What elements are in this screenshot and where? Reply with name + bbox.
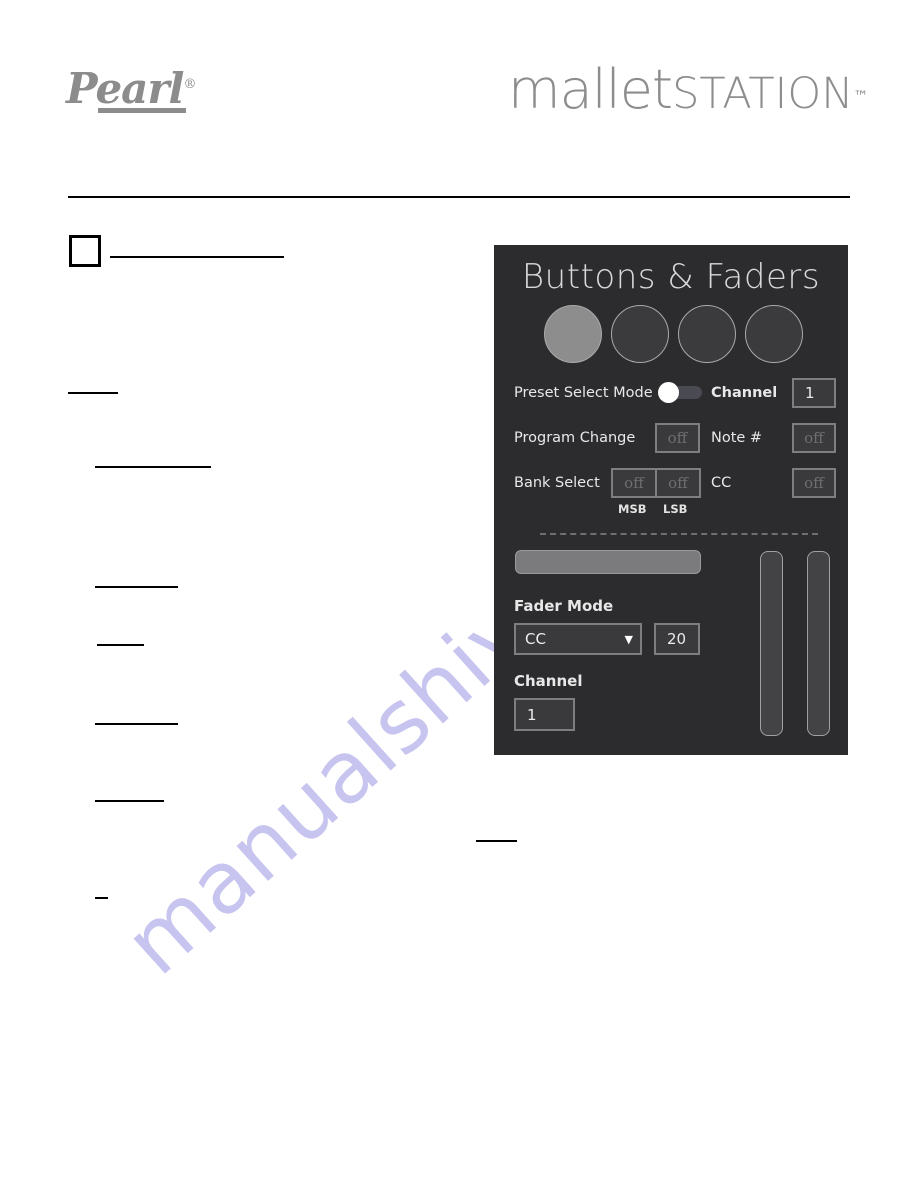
pearl-logo: Pearl® (66, 62, 196, 120)
text-underline-9 (95, 897, 108, 899)
fader-channel-value-field[interactable]: 1 (514, 698, 575, 731)
vertical-fader-1[interactable] (760, 551, 783, 736)
program-change-value-field[interactable]: off (655, 423, 700, 453)
cc-value-field[interactable]: off (792, 468, 836, 498)
text-underline-6 (95, 723, 178, 725)
bank-select-group: off off (611, 468, 701, 498)
channel-value-field[interactable]: 1 (792, 378, 836, 408)
cc-label: CC (711, 475, 732, 491)
fader-channel-label: Channel (514, 672, 583, 690)
malletstation-mallet-text: mallet (508, 58, 673, 121)
trademark-icon: ™ (853, 87, 869, 106)
text-underline-8 (476, 840, 517, 842)
pearl-logo-underline (98, 108, 186, 113)
document-page: Pearl® malletSTATION™ manualshive.com Bu… (0, 0, 918, 1188)
section-divider (540, 533, 818, 535)
bank-lsb-value-field[interactable]: off (655, 470, 699, 496)
fader-mode-select[interactable]: CC ▼ (514, 623, 642, 655)
bank-select-label: Bank Select (514, 475, 600, 491)
toggle-knob-icon (658, 382, 679, 403)
pearl-brand-name: Pearl (66, 64, 184, 113)
pad-button-4[interactable] (745, 305, 803, 363)
header-divider (68, 196, 850, 198)
chevron-down-icon: ▼ (624, 632, 633, 646)
pearl-wordmark: Pearl® (66, 62, 196, 112)
pad-button-2[interactable] (611, 305, 669, 363)
fader-mode-label: Fader Mode (514, 597, 614, 615)
horizontal-slider[interactable] (515, 550, 701, 574)
malletstation-logo: malletSTATION™ (508, 62, 869, 120)
program-change-label: Program Change (514, 430, 636, 446)
channel-label: Channel (711, 385, 778, 401)
pad-button-1[interactable] (544, 305, 602, 363)
text-underline-7 (95, 800, 164, 802)
bank-msb-value-field[interactable]: off (613, 470, 655, 496)
registered-mark-icon: ® (183, 77, 197, 92)
buttons-and-faders-panel: Buttons & Faders Preset Select Mode Chan… (494, 245, 848, 755)
text-underline-5 (97, 644, 144, 646)
text-underline-1 (110, 256, 284, 258)
fader-cc-number-field[interactable]: 20 (654, 623, 700, 655)
bank-lsb-label: LSB (663, 502, 688, 516)
text-underline-4 (95, 586, 178, 588)
fader-mode-selected-value: CC (525, 630, 546, 648)
malletstation-station-text: STATION (672, 69, 854, 119)
vertical-fader-2[interactable] (807, 551, 830, 736)
note-checkbox-box (69, 235, 101, 267)
panel-title: Buttons & Faders (521, 257, 821, 297)
preset-select-mode-label: Preset Select Mode (514, 385, 653, 401)
text-underline-3 (95, 466, 211, 468)
pad-button-3[interactable] (678, 305, 736, 363)
text-underline-2 (68, 392, 118, 394)
preset-select-mode-toggle[interactable] (658, 382, 702, 403)
note-number-label: Note # (711, 430, 763, 446)
bank-msb-label: MSB (618, 502, 647, 516)
pad-buttons-row (544, 305, 806, 367)
note-number-value-field[interactable]: off (792, 423, 836, 453)
